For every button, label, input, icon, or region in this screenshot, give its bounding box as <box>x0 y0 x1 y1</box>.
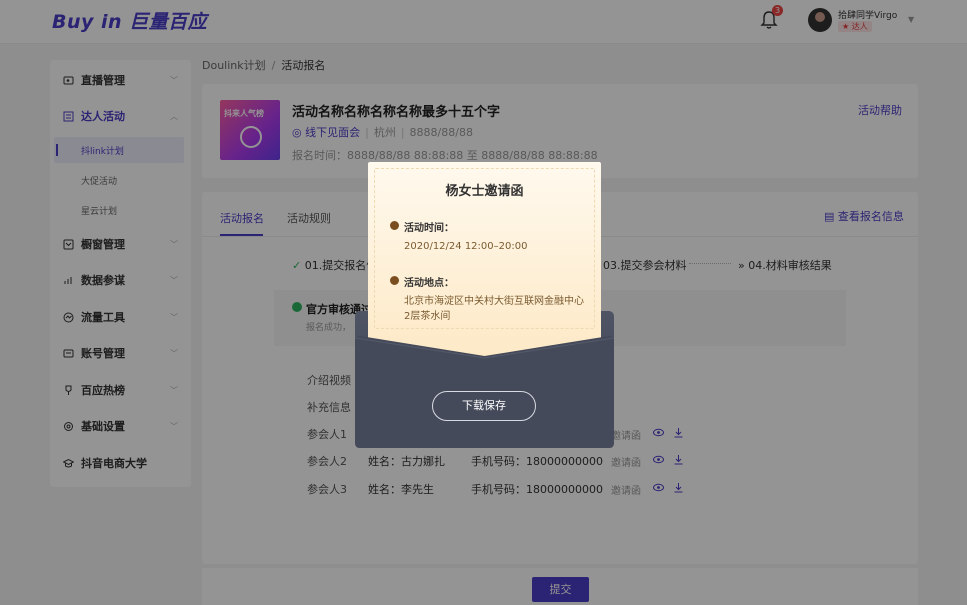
location-pin-icon <box>390 276 399 285</box>
invitation-place-label: 活动地点： <box>404 278 454 289</box>
download-save-button[interactable]: 下载保存 <box>432 391 536 421</box>
invitation-place-value: 北京市海淀区中关村大街互联网金融中心2层茶水间 <box>404 296 584 322</box>
invitation-time-label: 活动时间： <box>404 223 454 234</box>
invitation-time-value: 2020/12/24 12:00–20:00 <box>404 241 528 252</box>
clock-icon <box>390 221 399 230</box>
invitation-title: 杨女士邀请函 <box>445 184 524 199</box>
